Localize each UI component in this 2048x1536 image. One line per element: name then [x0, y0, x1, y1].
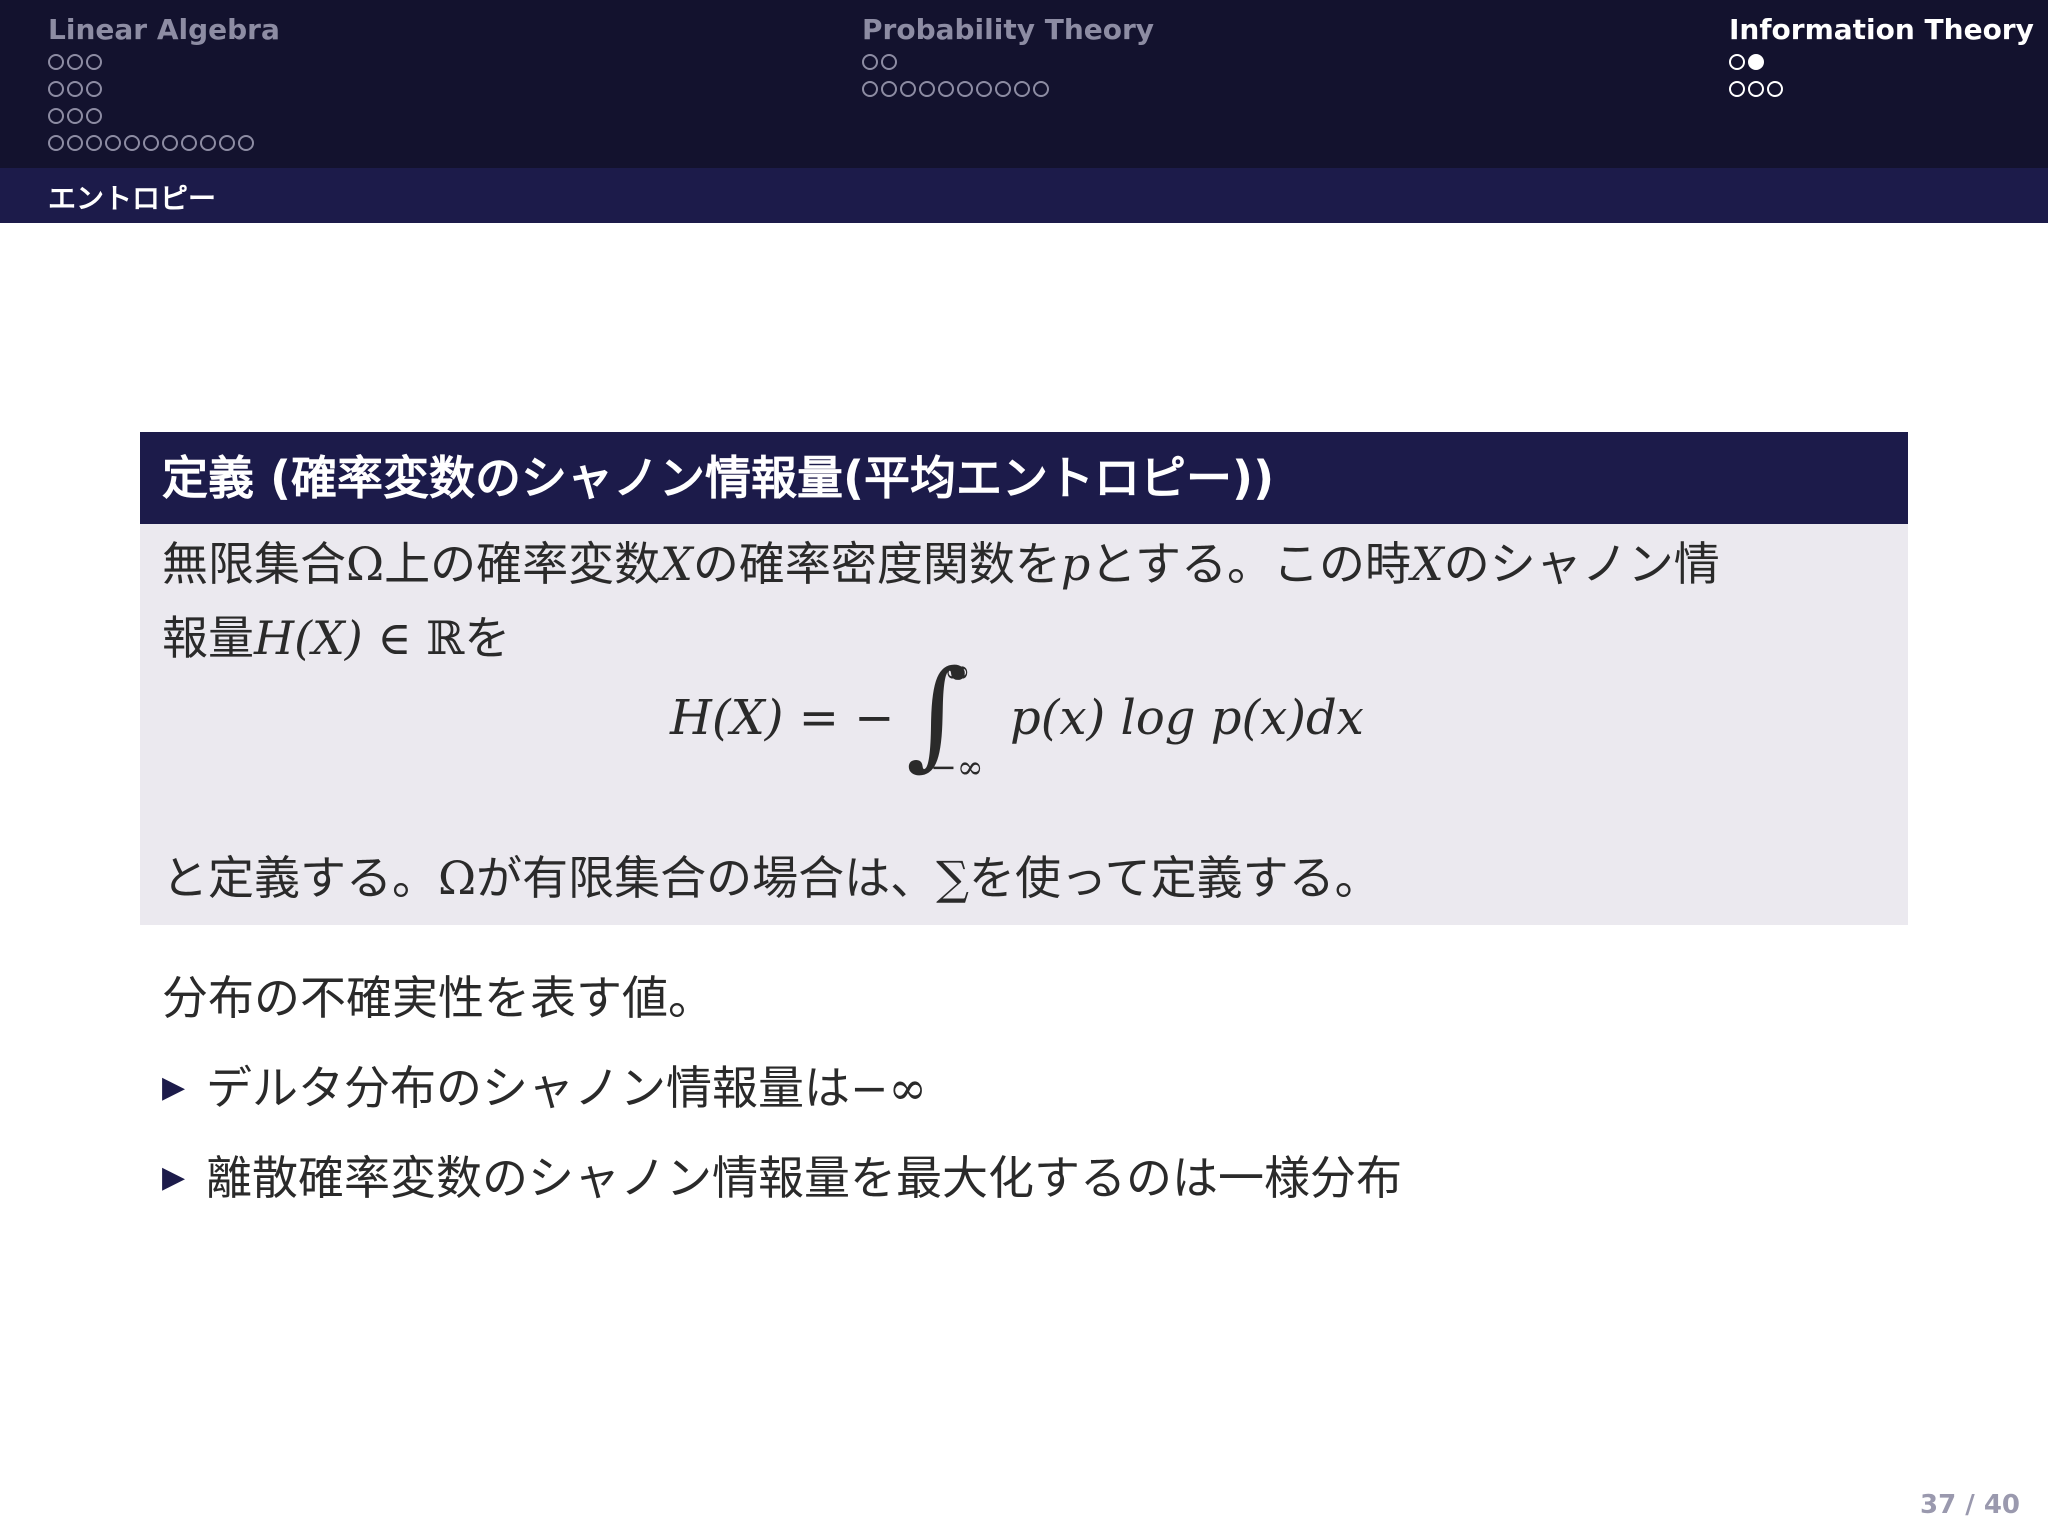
frame-dot-icon[interactable]: [162, 134, 178, 151]
formula-integrand: p(x) log p(x)dx: [1010, 690, 1364, 746]
frame-dot-icon[interactable]: [862, 53, 878, 70]
frame-dot-icon[interactable]: [862, 80, 878, 97]
frame-dot-icon[interactable]: [48, 107, 64, 124]
frame-dot-icon[interactable]: [900, 80, 916, 97]
sum-symbol: ∑: [936, 851, 969, 905]
bullet-triangle-icon: ▶: [162, 1160, 186, 1195]
frame-dot-icon[interactable]: [67, 134, 83, 151]
nav-dot-row: [1729, 48, 2034, 75]
math-p: p: [1060, 537, 1091, 591]
definition-title: 定義 (確率変数のシャノン情報量(平均エントロピー)): [140, 432, 1908, 524]
frame-dot-icon[interactable]: [143, 134, 159, 151]
section-navigation: Linear Algebra Probability Theory Inform…: [0, 0, 2048, 168]
main-text: 分布の不確実性を表す値。: [162, 971, 714, 1025]
current-frame-dot-icon[interactable]: [1748, 53, 1764, 70]
frame-dot-icon[interactable]: [938, 80, 954, 97]
subsection-title[interactable]: エントロピー: [48, 177, 216, 217]
definition-line-2: 報量H(X) ∈ ℝを: [162, 608, 510, 668]
frame-dot-icon[interactable]: [86, 107, 102, 124]
frame-dot-icon[interactable]: [219, 134, 235, 151]
frame-dot-icon[interactable]: [1729, 53, 1745, 70]
text: 報量: [162, 611, 254, 665]
frame-dot-icon[interactable]: [86, 134, 102, 151]
math-x: X: [1410, 537, 1444, 591]
frame-dot-icon[interactable]: [1767, 80, 1783, 97]
text: を使って定義する。: [968, 851, 1381, 905]
frame-dot-icon[interactable]: [105, 134, 121, 151]
formula-lhs: H(X) = −: [670, 690, 895, 746]
math-omega: Ω: [346, 537, 385, 591]
frame-dot-icon[interactable]: [48, 53, 64, 70]
bullet-text: デルタ分布のシャノン情報量は: [206, 1061, 850, 1115]
definition-body: 無限集合Ω上の確率変数Xの確率密度関数をpとする。この時Xのシャノン情 報量H(…: [140, 524, 1908, 925]
integral-lower-limit: −∞: [930, 748, 984, 786]
math-hx: H(X): [254, 611, 363, 665]
frame-dot-icon[interactable]: [881, 53, 897, 70]
frame-dot-icon[interactable]: [1033, 80, 1049, 97]
nav-section-title[interactable]: Information Theory: [1729, 12, 2034, 48]
frame-dot-icon[interactable]: [919, 80, 935, 97]
nav-dot-row: [862, 75, 1154, 102]
frame-dot-icon[interactable]: [881, 80, 897, 97]
frame-dot-icon[interactable]: [1748, 80, 1764, 97]
frame-dot-icon[interactable]: [995, 80, 1011, 97]
nav-frame-dots: [862, 48, 1154, 102]
frame-dot-icon[interactable]: [48, 134, 64, 151]
text: が有限集合の場合は、: [476, 851, 937, 905]
nav-dot-row: [48, 75, 280, 102]
definition-block: 定義 (確率変数のシャノン情報量(平均エントロピー)) 無限集合Ω上の確率変数X…: [140, 432, 1908, 925]
math-x: X: [660, 537, 693, 591]
frame-dot-icon[interactable]: [124, 134, 140, 151]
text: 上の確率変数: [384, 537, 661, 591]
integral-upper-limit: ∞: [944, 652, 971, 690]
nav-section-information-theory[interactable]: Information Theory: [1729, 12, 2034, 102]
frame-dot-icon[interactable]: [67, 107, 83, 124]
nav-frame-dots: [1729, 48, 2034, 102]
nav-section-title[interactable]: Probability Theory: [862, 12, 1154, 48]
math-omega: Ω: [438, 851, 477, 905]
nav-dot-row: [48, 48, 280, 75]
definition-line-1: 無限集合Ω上の確率変数Xの確率密度関数をpとする。この時Xのシャノン情: [162, 534, 1720, 594]
frame-dot-icon[interactable]: [67, 53, 83, 70]
nav-dot-row: [48, 102, 280, 129]
subsection-bar: エントロピー: [0, 168, 2048, 223]
frame-dot-icon[interactable]: [976, 80, 992, 97]
bullet-text: 離散確率変数のシャノン情報量を最大化するのは一様分布: [206, 1151, 1402, 1205]
bullet-item: ▶ 離散確率変数のシャノン情報量を最大化するのは一様分布: [162, 1148, 1402, 1208]
frame-dot-icon[interactable]: [48, 80, 64, 97]
text: の確率密度関数を: [692, 537, 1061, 591]
math-in-reals: ∈ ℝ: [362, 611, 465, 665]
page-number: 37 / 40: [1920, 1490, 2020, 1520]
frame-dot-icon[interactable]: [238, 134, 254, 151]
frame-dot-icon[interactable]: [957, 80, 973, 97]
frame-dot-icon[interactable]: [86, 80, 102, 97]
nav-section-title[interactable]: Linear Algebra: [48, 12, 280, 48]
frame-dot-icon[interactable]: [200, 134, 216, 151]
frame-dot-icon[interactable]: [1014, 80, 1030, 97]
text: とする。この時: [1090, 537, 1411, 591]
text: と定義する。: [162, 851, 438, 905]
frame-dot-icon[interactable]: [86, 53, 102, 70]
frame-dot-icon[interactable]: [67, 80, 83, 97]
nav-section-linear-algebra[interactable]: Linear Algebra: [48, 12, 280, 156]
nav-section-probability-theory[interactable]: Probability Theory: [862, 12, 1154, 102]
frame-dot-icon[interactable]: [181, 134, 197, 151]
frame-dot-icon[interactable]: [1729, 80, 1745, 97]
nav-dot-row: [862, 48, 1154, 75]
nav-dot-row: [48, 129, 280, 156]
text: のシャノン情: [1443, 537, 1720, 591]
bullet-item: ▶ デルタ分布のシャノン情報量は−∞: [162, 1058, 927, 1118]
definition-line-3: と定義する。Ωが有限集合の場合は、∑を使って定義する。: [162, 848, 1381, 908]
nav-dot-row: [1729, 75, 2034, 102]
text: 無限集合: [162, 537, 346, 591]
text: を: [464, 611, 511, 665]
nav-frame-dots: [48, 48, 280, 156]
bullet-math: −∞: [850, 1061, 927, 1115]
bullet-triangle-icon: ▶: [162, 1070, 186, 1105]
